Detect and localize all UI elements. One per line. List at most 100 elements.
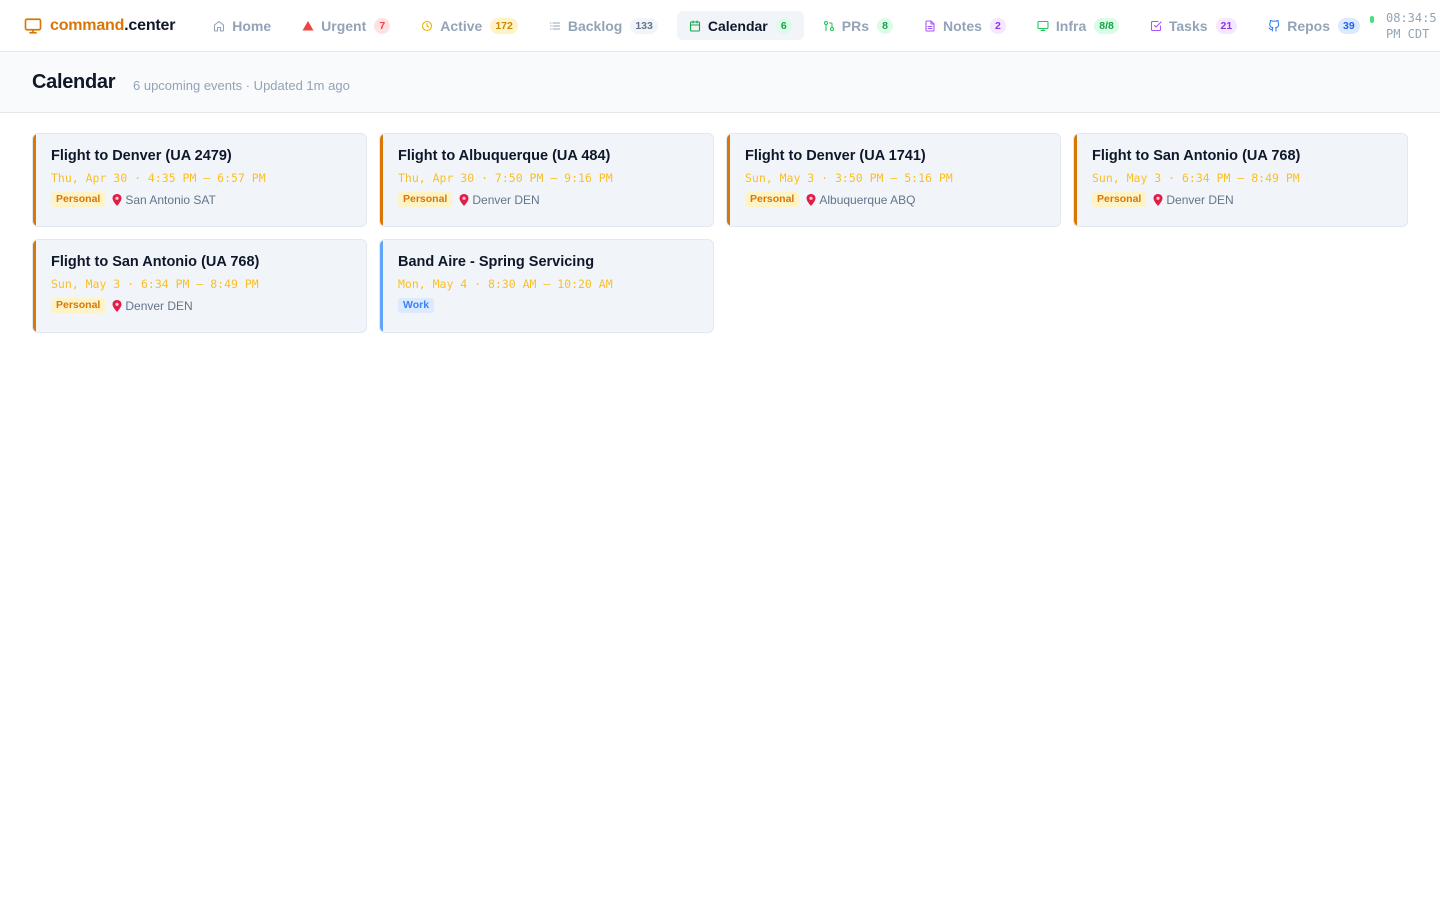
event-card[interactable]: Flight to Denver (UA 1741) Sun, May 3 · 3… [726, 133, 1061, 227]
event-time: Thu, Apr 30 · 4:35 PM – 6:57 PM [51, 171, 266, 185]
event-card[interactable]: Band Aire - Spring Servicing Mon, May 4 ·… [379, 239, 714, 333]
event-meta: Personal San Antonio SAT [51, 192, 350, 207]
list-icon [549, 21, 560, 30]
count-badge: 172 [490, 17, 518, 34]
top-nav-bar: command.center Home Urgent 7 Active 172 Backl… [0, 0, 1440, 52]
clock-icon [422, 20, 433, 31]
check-square-icon [1150, 20, 1162, 31]
count-badge: 21 [1215, 17, 1238, 34]
event-time: Mon, May 4 · 8:30 AM – 10:20 AM [398, 277, 613, 291]
count-badge: 6 [775, 17, 792, 34]
map-pin-icon [459, 193, 469, 206]
event-meta: Personal Denver DEN [398, 192, 697, 207]
tab-repos[interactable]: Repos 39 [1256, 11, 1371, 40]
tab-label: Infra [1055, 17, 1087, 34]
map-pin-icon [806, 193, 816, 206]
tab-label: Home [232, 17, 272, 34]
tab-label: Repos [1287, 17, 1331, 34]
clock: 08:34:5 PM CDT [1370, 10, 1440, 44]
map-pin-icon [112, 299, 122, 312]
tab-label: PRs [841, 17, 869, 34]
clock-zone: PM CDT [1386, 27, 1430, 41]
tab-label: Calendar [707, 17, 768, 34]
event-title: Flight to Denver (UA 2479) [51, 148, 232, 164]
event-location: Denver DEN [459, 192, 540, 207]
count-badge: 8/8 [1094, 17, 1119, 34]
tab-tasks[interactable]: Tasks 21 [1138, 11, 1249, 40]
monitor-icon [1037, 20, 1049, 31]
count-badge: 7 [374, 17, 391, 34]
tab-calendar[interactable]: Calendar 6 [676, 11, 804, 40]
category-stripe [727, 134, 730, 226]
tab-backlog[interactable]: Backlog 133 [537, 11, 670, 40]
monitor-icon [24, 17, 42, 34]
tab-active[interactable]: Active 172 [409, 11, 530, 40]
category-tag: Work [398, 298, 435, 313]
category-tag: Personal [398, 192, 453, 207]
category-stripe [1074, 134, 1077, 226]
count-badge: 39 [1338, 17, 1360, 34]
count-badge: 2 [989, 17, 1006, 34]
event-meta: Personal Denver DEN [51, 298, 350, 313]
page-subtitle: 6 upcoming events · Updated 1m ago [133, 78, 350, 93]
event-time: Sun, May 3 · 6:34 PM – 8:49 PM [1092, 171, 1300, 185]
event-location: Albuquerque ABQ [806, 193, 915, 207]
event-card[interactable]: Flight to San Antonio (UA 768) Sun, May 3… [1073, 133, 1408, 227]
event-title: Flight to San Antonio (UA 768) [1092, 148, 1301, 164]
event-title: Band Aire - Spring Servicing [398, 254, 595, 270]
event-title: Flight to Albuquerque (UA 484) [398, 148, 611, 164]
tab-label: Notes [943, 17, 982, 34]
tab-label: Backlog [567, 17, 623, 34]
github-icon [1268, 19, 1280, 32]
category-stripe [380, 240, 383, 332]
category-stripe [33, 240, 36, 332]
location-label: Denver DEN [1166, 192, 1234, 207]
category-tag: Personal [51, 192, 106, 207]
page-header: Calendar 6 upcoming events · Updated 1m … [0, 52, 1440, 113]
event-title: Flight to Denver (UA 1741) [745, 148, 926, 164]
status-dot [1370, 16, 1374, 23]
tab-home[interactable]: Home [201, 11, 283, 40]
category-tag: Personal [745, 192, 800, 207]
clock-text: 08:34:5 PM CDT [1386, 10, 1437, 42]
event-card[interactable]: Flight to Denver (UA 2479) Thu, Apr 30 · … [32, 133, 367, 227]
category-stripe [33, 134, 36, 226]
brand-logo[interactable]: command.center [24, 0, 176, 51]
home-icon [214, 20, 225, 32]
event-title: Flight to San Antonio (UA 768) [51, 254, 260, 270]
tab-prs[interactable]: PRs 8 [811, 11, 905, 40]
category-tag: Personal [51, 298, 106, 313]
event-meta: Personal Denver DEN [1092, 192, 1391, 207]
calendar-icon [689, 19, 700, 32]
brand-name: command.center [50, 16, 176, 34]
count-badge: 8 [877, 17, 893, 34]
map-pin-icon [1153, 193, 1163, 206]
tab-urgent[interactable]: Urgent 7 [290, 11, 402, 40]
alert-triangle-icon [302, 20, 314, 30]
event-location: San Antonio SAT [112, 193, 216, 207]
tab-notes[interactable]: Notes 2 [912, 11, 1018, 40]
main-nav-tabs: Home Urgent 7 Active 172 Backlog 133 Calendar 6 P… [201, 0, 1378, 51]
event-meta: Personal Albuquerque ABQ [745, 192, 1044, 207]
map-pin-icon [112, 193, 122, 206]
location-label: Denver DEN [472, 192, 540, 207]
location-label: San Antonio SAT [125, 192, 216, 207]
event-time: Sun, May 3 · 6:34 PM – 8:49 PM [51, 277, 259, 291]
event-time: Thu, Apr 30 · 7:50 PM – 9:16 PM [398, 171, 613, 185]
clock-time: 08:34:5 [1386, 11, 1437, 25]
event-grid: Flight to Denver (UA 2479) Thu, Apr 30 · … [32, 133, 1408, 333]
category-tag: Personal [1092, 192, 1147, 207]
count-badge: 133 [630, 17, 658, 34]
tab-infra[interactable]: Infra 8/8 [1025, 11, 1131, 40]
event-location: Denver DEN [1153, 192, 1234, 207]
event-meta: Work [398, 298, 697, 313]
location-label: Denver DEN [125, 298, 193, 313]
event-time: Sun, May 3 · 3:50 PM – 5:16 PM [745, 171, 953, 185]
location-label: Albuquerque ABQ [819, 192, 916, 207]
page-title: Calendar [32, 71, 116, 93]
tab-label: Urgent [321, 17, 367, 34]
event-card[interactable]: Flight to San Antonio (UA 768) Sun, May 3… [32, 239, 367, 333]
event-card[interactable]: Flight to Albuquerque (UA 484) Thu, Apr 3… [379, 133, 714, 227]
category-stripe [380, 134, 383, 226]
file-text-icon [925, 19, 935, 32]
